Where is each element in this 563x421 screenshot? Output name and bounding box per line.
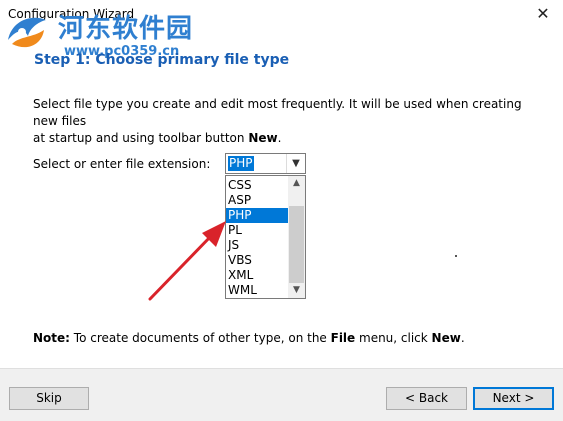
chevron-down-icon[interactable]: ▼: [286, 154, 305, 173]
note-text-2: menu, click: [355, 331, 432, 345]
close-icon[interactable]: ✕: [523, 0, 563, 28]
note-new-command: New: [431, 331, 461, 345]
extension-dropdown-list[interactable]: CSS ASP PHP PL JS VBS XML WML ▲ ▼: [225, 175, 306, 299]
back-button[interactable]: < Back: [386, 387, 467, 410]
note-text-3: .: [460, 331, 465, 345]
button-bar: Skip < Back Next >: [0, 369, 563, 421]
option-pl[interactable]: PL: [226, 223, 289, 238]
option-xml[interactable]: XML: [226, 268, 289, 283]
window-title: Configuration Wizard: [8, 7, 135, 21]
skip-button[interactable]: Skip: [9, 387, 89, 410]
option-php[interactable]: PHP: [226, 208, 289, 223]
combobox-value[interactable]: PHP: [228, 156, 254, 171]
note-label: Note:: [33, 331, 70, 345]
step-heading: Step 1: Choose primary file type: [34, 52, 290, 68]
description-line-1: Select file type you create and edit mos…: [33, 97, 522, 128]
description-period: .: [277, 131, 282, 145]
scrollbar-thumb[interactable]: [289, 206, 304, 283]
option-vbs[interactable]: VBS: [226, 253, 289, 268]
option-asp[interactable]: ASP: [226, 193, 289, 208]
option-css[interactable]: CSS: [226, 178, 289, 193]
stray-dot: [455, 255, 457, 257]
title-bar: Configuration Wizard ✕: [0, 0, 563, 30]
note-text-1: To create documents of other type, on th…: [69, 331, 331, 345]
extension-label: Select or enter file extension:: [33, 157, 211, 171]
next-button[interactable]: Next >: [473, 387, 554, 410]
dropdown-options: CSS ASP PHP PL JS VBS XML WML: [226, 178, 289, 298]
description-line-2: at startup and using toolbar button New.: [33, 130, 533, 147]
option-wml[interactable]: WML: [226, 283, 289, 298]
scroll-down-icon[interactable]: ▼: [288, 283, 305, 298]
note-text: Note: To create documents of other type,…: [33, 331, 465, 345]
dropdown-scrollbar[interactable]: ▲ ▼: [288, 176, 305, 298]
scroll-up-icon[interactable]: ▲: [288, 176, 305, 191]
extension-combobox[interactable]: PHP ▼: [225, 153, 306, 174]
step-description: Select file type you create and edit mos…: [33, 96, 533, 147]
new-button-reference: New: [248, 131, 278, 145]
description-text: at startup and using toolbar button: [33, 131, 249, 145]
option-js[interactable]: JS: [226, 238, 289, 253]
note-file-menu: File: [330, 331, 356, 345]
